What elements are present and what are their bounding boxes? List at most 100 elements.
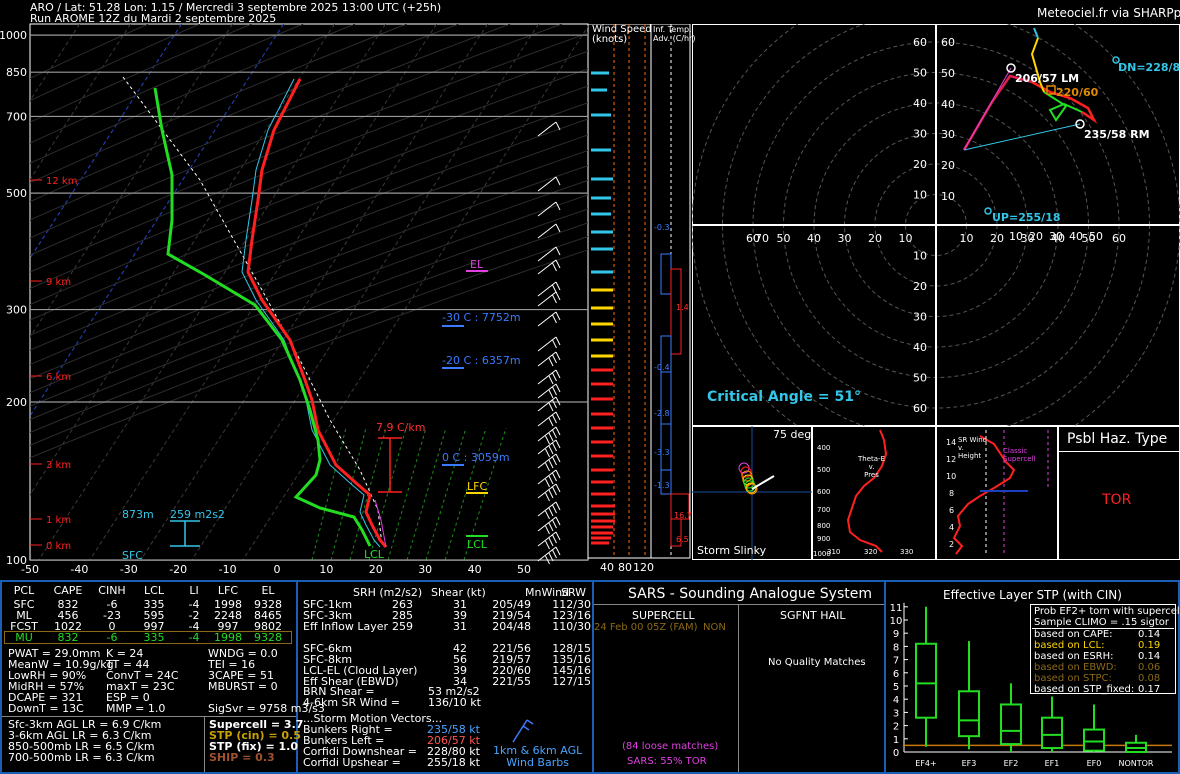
sars-loose: (84 loose matches) [622,741,719,752]
hodo-tick: 70 [755,232,769,245]
sr-y-2: 2 [949,540,955,549]
stp-y-tick: 2 [893,722,899,733]
stp-y-tick: 7 [893,656,899,667]
hodo-inset-tick: 60 [941,36,955,49]
zero-marker [442,464,464,466]
divider [594,604,884,605]
sr-classic-label: Classic Supercell [1003,447,1036,463]
wind-speed-bar [591,113,611,117]
hodo-tick: 30 [838,232,852,245]
ws-tick-80: 80 [618,561,632,574]
divider [204,717,205,772]
stp-y-tick: 11 [890,603,903,614]
wind-speed-bar [591,306,613,310]
stp-category: EF0 [1087,759,1102,768]
theta-y-900: 900 [817,535,831,543]
wind-speed-panel [588,24,652,559]
stp-box [1083,728,1105,752]
lcl-bottom-label: LCL [364,548,384,561]
critical-angle: Critical Angle = 51° [707,389,861,405]
theta-e-trace [846,429,888,553]
temp-tick: -20 [169,563,187,576]
hodo-rm-label: 235/58 RM [1084,128,1150,141]
kin-cell: 127/15 [552,676,591,688]
sr4-label: 4-6km SR Wind = [303,696,401,709]
hodo-tick: 10 [960,232,974,245]
hodo-inset-tick: 20 [1029,230,1043,243]
theta-x-320: 320 [864,548,878,556]
stp-box [915,642,937,719]
kin-cell: 204/48 [492,620,531,633]
wind-speed-bar [591,480,613,484]
hodo-inset-tick: 20 [941,159,955,172]
stp-category: EF4+ [915,759,936,768]
stp-y-tick: 5 [893,682,899,693]
wind-barb [537,201,561,217]
wind-speed-bar [591,397,613,401]
hodo-tick: 40 [913,97,927,110]
hodo-tick: 20 [913,158,927,171]
sr-y-6: 6 [949,506,955,515]
storm-slinky [692,426,812,560]
sr-marker [980,490,1028,492]
composite-index: SHIP = 0.3 [209,751,275,764]
hodo-tick: 20 [990,232,1004,245]
parcel-header-cell: LFC [217,584,239,597]
wind-barb [537,396,561,412]
srh-label: 259 m2s2 [170,508,225,521]
wind-speed-bar [591,148,611,152]
hodo-tick: 10 [913,250,927,263]
wind-speed-bar [591,536,611,540]
wind-barb [537,246,561,262]
wind-speed-bar [591,531,613,535]
sr-y-12: 12 [946,455,957,464]
hodo-up-marker [984,207,992,215]
hodo-tick: 50 [913,67,927,80]
motion-value: 255/18 kt [427,756,480,769]
hodo-tick: 20 [913,280,927,293]
ws-tick-120: 120 [633,561,654,574]
hodo-tick: 10 [899,232,913,245]
sr4-value: 136/10 kt [428,696,481,709]
wind-barb [537,291,561,307]
kin-cell: Eff Inflow Layer [303,620,389,633]
hodo-tick: 50 [777,232,791,245]
temp-tick: -50 [21,563,39,576]
pressure-tick: 850 [6,66,27,79]
wind-speed-bar [591,288,613,292]
mixing-ratio-line [311,427,347,560]
isotherm [30,24,131,181]
hodo-bunkers-line [963,67,1012,151]
stp-box [958,690,980,738]
wind-barb [537,369,561,385]
hodo-bunkers-line [963,123,1081,151]
hodo-tick: 60 [913,402,927,415]
stp-box [1000,703,1022,746]
hodograph: 1010101020202020303030304040404050505050… [692,24,1180,426]
height-label: 0 km [46,541,71,552]
adv-v6: 16.7 [674,511,692,520]
theta-e-panel [812,426,936,560]
adv-v5: -1.3 [654,481,670,490]
wind-speed-bar [591,412,613,416]
kin-header: SRW [561,586,587,599]
mixing-ratio-line [425,427,467,560]
kin-cell: 221/55 [492,675,531,688]
parcel-header-cell: EL [261,584,275,597]
stp-y-tick: 3 [893,708,899,719]
stp-prob-label: based on STP_fixed: [1034,684,1135,695]
sr-y-14: 14 [946,438,957,447]
wind-speed-bar [591,468,613,472]
stp-category: EF2 [1004,759,1019,768]
sars-supercell: SUPERCELL [632,609,695,622]
temp-adv-title: Inf. Temp. Adv. (C/hr) [653,25,696,43]
mixing-ratio-line [387,427,427,560]
theta-y-1000: 1000 [813,550,831,558]
sr-y-4: 4 [949,523,955,532]
pressure-tick: 500 [6,187,27,200]
hodo-inset-tick: 40 [1069,230,1083,243]
wind-speed-bar [591,368,613,372]
sars-match-type: NON [703,622,726,633]
hodo-inset-tick: 30 [941,128,955,141]
wind-barb [537,411,561,427]
